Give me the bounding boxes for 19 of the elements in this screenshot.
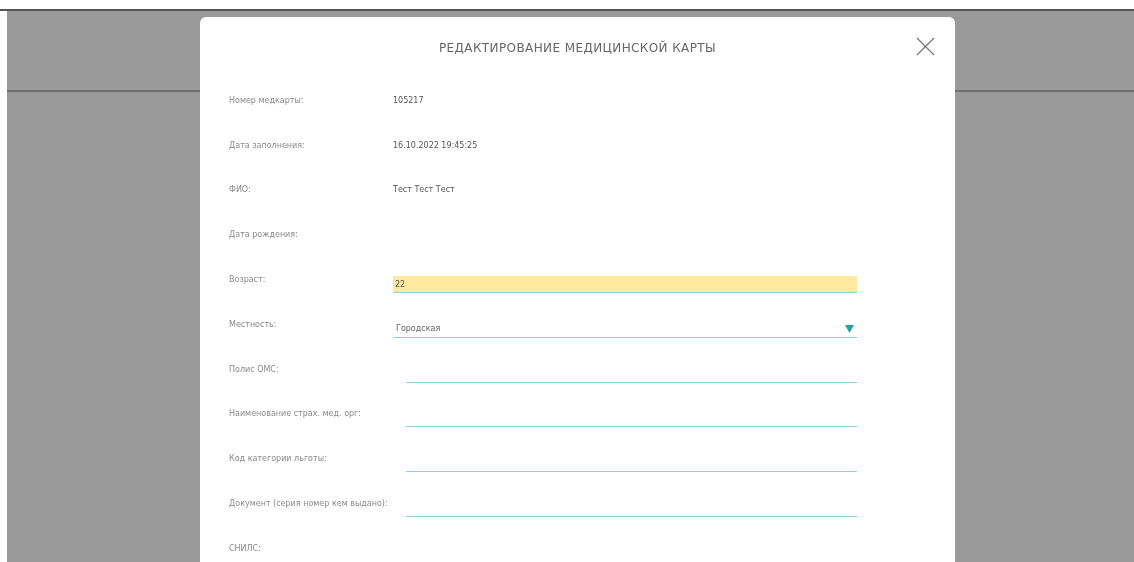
dropdown-field[interactable]: Городская — [393, 320, 857, 338]
close-icon[interactable] — [916, 37, 935, 56]
field-label: Документ (серия номер кем выдано): — [229, 499, 389, 509]
field-label: Местность: — [229, 319, 278, 329]
field-value: 16.10.2022 19:45:25 — [393, 140, 478, 150]
field-label: Дата рождения: — [229, 230, 299, 240]
dropdown-caret-icon — [845, 324, 854, 333]
field-label: Наименование страх. мед. орг: — [229, 409, 362, 419]
field-label: Дата заполнения: — [229, 140, 306, 150]
input-field[interactable]: 22 — [393, 276, 857, 294]
field-label: Полис ОМС: — [229, 364, 280, 374]
field-label: Код категории льготы: — [229, 454, 328, 464]
field-label: СНИЛС: — [229, 543, 262, 553]
dialog-title: РЕДАКТИРОВАНИЕ МЕДИЦИНСКОЙ КАРТЫ — [438, 40, 717, 55]
field-label: Возраст: — [229, 275, 267, 285]
field-label: Номер медкарты: — [229, 95, 305, 105]
field-label: ФИО: — [229, 185, 252, 195]
field-value: 105217 — [393, 95, 424, 105]
field-value: Тест Тест Тест — [393, 185, 455, 195]
